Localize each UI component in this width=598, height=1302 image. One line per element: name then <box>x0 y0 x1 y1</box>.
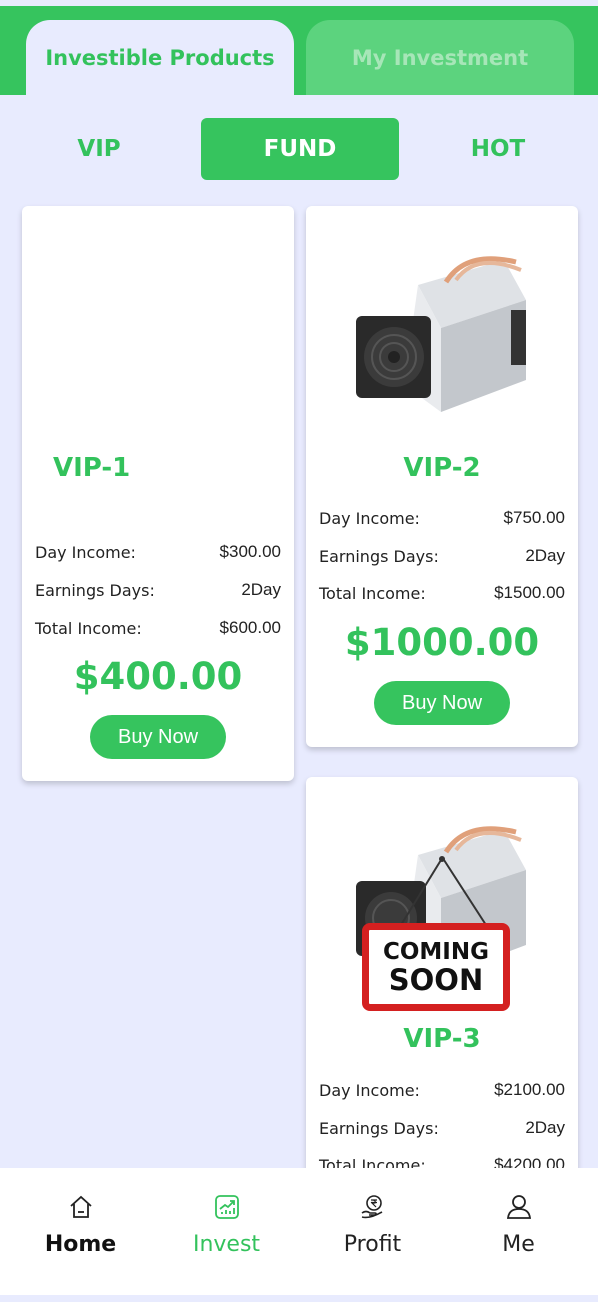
earnings-days-value: 2Day <box>525 546 565 565</box>
invest-icon <box>215 1195 239 1219</box>
total-income-label: Total Income: <box>319 583 426 603</box>
category-tabs: VIP FUND HOT <box>0 118 598 180</box>
subtab-fund[interactable]: FUND <box>201 118 399 180</box>
product-title: VIP-3 <box>403 1024 481 1054</box>
day-income-row: Day Income: $300.00 <box>35 540 281 564</box>
tab-my-investment[interactable]: My Investment <box>306 20 574 95</box>
coming-soon-line2: SOON <box>388 963 484 997</box>
bottom-strip <box>0 1295 598 1302</box>
product-card-vip-3: COMING SOON VIP-3 Day Income: $2100.00 E… <box>306 777 578 1177</box>
product-title: VIP-2 <box>403 453 481 483</box>
day-income-label: Day Income: <box>35 542 136 562</box>
user-icon <box>506 1195 532 1219</box>
nav-profit[interactable]: Profit <box>298 1168 447 1295</box>
top-tab-bar: Investible Products My Investment <box>0 6 598 95</box>
product-image-blank <box>72 240 247 415</box>
total-income-row: Total Income: $600.00 <box>35 616 281 640</box>
day-income-value: $750.00 <box>503 508 565 527</box>
buy-now-button[interactable]: Buy Now <box>374 681 510 725</box>
product-price: $400.00 <box>73 655 243 698</box>
coming-soon-sign: COMING SOON <box>362 923 510 1011</box>
miner-image <box>356 256 526 412</box>
tab-investible-products[interactable]: Investible Products <box>26 20 294 95</box>
earnings-days-row: Earnings Days: 2Day <box>35 578 281 602</box>
buy-now-button[interactable]: Buy Now <box>90 715 226 759</box>
product-card-vip-1: VIP-1 Day Income: $300.00 Earnings Days:… <box>22 206 294 781</box>
product-title: VIP-1 <box>53 453 131 483</box>
total-income-label: Total Income: <box>35 618 142 638</box>
nav-profit-label: Profit <box>343 1232 402 1257</box>
home-icon <box>70 1195 92 1218</box>
subtab-vip[interactable]: VIP <box>0 118 198 180</box>
earnings-days-value: 2Day <box>241 580 281 599</box>
nav-me-label: Me <box>502 1232 535 1257</box>
earnings-days-value: 2Day <box>525 1118 565 1137</box>
earnings-days-label: Earnings Days: <box>35 580 155 600</box>
earnings-days-row: Earnings Days: 2Day <box>319 1116 565 1140</box>
bottom-nav: Home Invest Profit Me <box>0 1168 598 1295</box>
earnings-days-label: Earnings Days: <box>319 546 439 566</box>
product-price: $1000.00 <box>344 621 540 664</box>
total-income-row: Total Income: $1500.00 <box>319 581 565 605</box>
day-income-label: Day Income: <box>319 1080 420 1100</box>
nav-invest[interactable]: Invest <box>152 1168 301 1295</box>
nav-invest-label: Invest <box>192 1232 261 1257</box>
total-income-value: $600.00 <box>219 618 281 637</box>
nav-home-label: Home <box>44 1232 117 1257</box>
day-income-row: Day Income: $2100.00 <box>319 1078 565 1102</box>
nav-me[interactable]: Me <box>444 1168 593 1295</box>
day-income-value: $300.00 <box>219 542 281 561</box>
total-income-value: $1500.00 <box>494 583 565 602</box>
day-income-row: Day Income: $750.00 <box>319 506 565 530</box>
subtab-hot[interactable]: HOT <box>399 118 597 180</box>
nav-home[interactable]: Home <box>6 1168 155 1295</box>
product-card-vip-2: VIP-2 Day Income: $750.00 Earnings Days:… <box>306 206 578 747</box>
earnings-days-label: Earnings Days: <box>319 1118 439 1138</box>
earnings-days-row: Earnings Days: 2Day <box>319 544 565 568</box>
day-income-value: $2100.00 <box>494 1080 565 1099</box>
rupee-hand-icon <box>361 1195 383 1219</box>
coming-soon-line1: COMING <box>382 939 489 965</box>
day-income-label: Day Income: <box>319 508 420 528</box>
